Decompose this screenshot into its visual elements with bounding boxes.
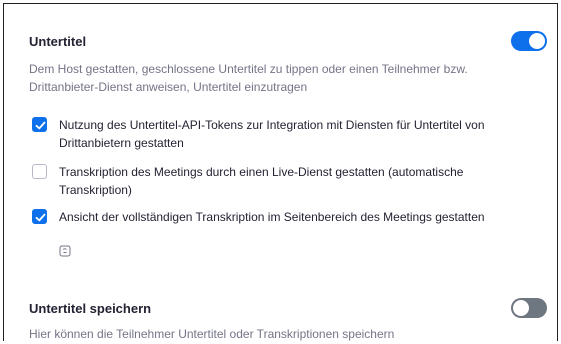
checkmark-icon — [35, 213, 46, 222]
toggle-knob — [529, 33, 545, 49]
captions-description: Dem Host gestatten, geschlossene Unterti… — [29, 62, 468, 94]
save-captions-title: Untertitel speichern — [29, 301, 152, 316]
toggle-knob — [513, 300, 529, 316]
info-icon[interactable] — [59, 245, 71, 257]
option-label: Transkription des Meetings durch einen L… — [59, 165, 464, 197]
live-transcription-checkbox[interactable] — [32, 164, 47, 179]
option-label: Nutzung des Untertitel-API-Tokens zur In… — [59, 118, 485, 150]
full-transcript-checkbox[interactable] — [32, 209, 47, 224]
settings-panel: Untertitel Dem Host gestatten, geschloss… — [3, 3, 558, 341]
captions-toggle[interactable] — [511, 31, 547, 51]
option-label: Ansicht der vollständigen Transkription … — [59, 210, 485, 224]
captions-title: Untertitel — [29, 34, 87, 49]
checkmark-icon — [35, 121, 46, 130]
api-token-checkbox[interactable] — [32, 117, 47, 132]
save-captions-toggle[interactable] — [511, 298, 547, 318]
save-captions-description: Hier können die Teilnehmer Untertitel od… — [29, 327, 395, 341]
